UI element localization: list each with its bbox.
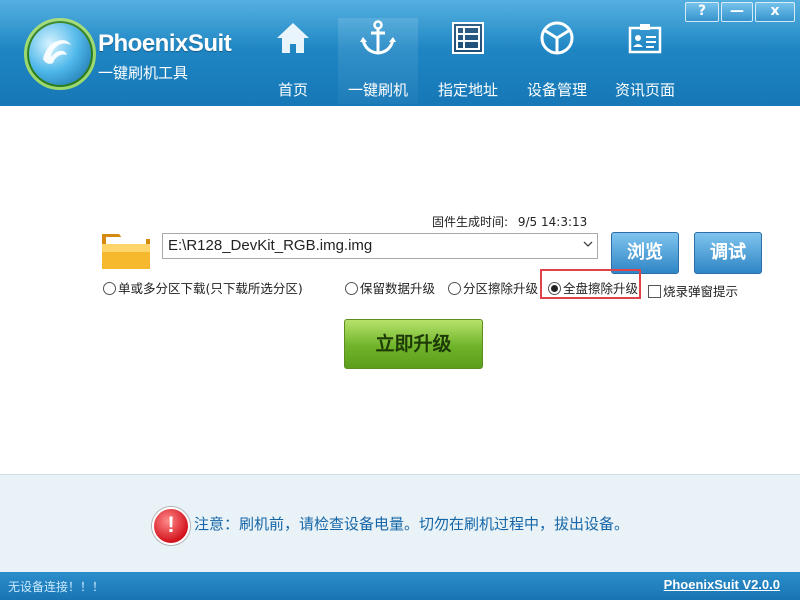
upgrade-now-button[interactable]: 立即升级 — [344, 319, 483, 369]
nav-flash[interactable]: 一键刷机 — [338, 18, 418, 104]
anchor-icon — [360, 20, 396, 55]
radio-circle[interactable] — [345, 282, 358, 295]
radio-full-erase-label: 全盘擦除升级 — [563, 281, 639, 296]
radio-partition-erase-label: 分区擦除升级 — [463, 281, 539, 296]
radio-keep-data-label: 保留数据升级 — [360, 281, 436, 296]
nav-address-label: 指定地址 — [437, 81, 498, 99]
radio-circle-selected[interactable] — [548, 282, 561, 295]
debug-button[interactable]: 调试 — [694, 232, 762, 274]
radio-single-partition[interactable]: 单或多分区下载(只下载所选分区) — [103, 278, 303, 297]
status-bar: 无设备连接！！！ PhoenixSuit V2.0.0 — [0, 572, 800, 600]
nav-device[interactable]: 设备管理 — [517, 18, 597, 104]
nav-news-label: 资讯页面 — [614, 81, 675, 99]
nav-device-label: 设备管理 — [526, 81, 587, 99]
firmware-time-label: 固件生成时间: — [432, 215, 509, 229]
news-icon — [628, 24, 662, 54]
version-link[interactable]: PhoenixSuit V2.0.0 — [664, 577, 780, 592]
firmware-path-value: E:\R128_DevKit_RGB.img.img — [168, 237, 373, 254]
minimize-button[interactable]: — — [721, 2, 753, 22]
popup-hint-checkbox[interactable]: 烧录弹窗提示 — [648, 281, 738, 300]
radio-partition-erase[interactable]: 分区擦除升级 — [448, 278, 538, 297]
warning-icon: ! — [152, 507, 190, 545]
folder-icon[interactable] — [101, 228, 151, 270]
nav-flash-label: 一键刷机 — [347, 81, 408, 99]
grid-icon — [452, 22, 484, 54]
browse-button[interactable]: 浏览 — [611, 232, 679, 274]
help-button[interactable]: ? — [685, 2, 719, 22]
radio-single-partition-label: 单或多分区下载(只下载所选分区) — [118, 281, 303, 296]
popup-hint-label: 烧录弹窗提示 — [663, 284, 739, 299]
device-icon — [540, 21, 574, 55]
connection-status: 无设备连接！！！ — [8, 580, 105, 594]
app-header: PhoenixSuit 一键刷机工具 首页 一键刷机 指定地址 设备管理 资讯页… — [0, 0, 800, 106]
radio-full-erase[interactable]: 全盘擦除升级 — [548, 278, 638, 297]
nav-home-label: 首页 — [277, 81, 308, 99]
home-icon — [277, 23, 309, 53]
notice-text: 注意：刷机前，请检查设备电量。切勿在刷机过程中，拔出设备。 — [194, 515, 630, 533]
nav-news[interactable]: 资讯页面 — [605, 18, 685, 104]
notice-area: ! 注意：刷机前，请检查设备电量。切勿在刷机过程中，拔出设备。 — [0, 474, 800, 573]
nav-address[interactable]: 指定地址 — [428, 18, 508, 104]
app-subtitle: 一键刷机工具 — [98, 64, 189, 82]
radio-keep-data[interactable]: 保留数据升级 — [345, 278, 435, 297]
firmware-time: 固件生成时间: 9/5 14:3:13 — [432, 213, 587, 230]
nav-home[interactable]: 首页 — [253, 18, 333, 104]
checkbox-box[interactable] — [648, 285, 661, 298]
chevron-down-icon[interactable] — [583, 239, 593, 249]
firmware-path-select[interactable]: E:\R128_DevKit_RGB.img.img — [162, 233, 598, 259]
firmware-time-value: 9/5 14:3:13 — [517, 215, 588, 229]
app-title: PhoenixSuit — [98, 30, 232, 57]
close-button[interactable]: x — [755, 2, 795, 22]
radio-circle[interactable] — [103, 282, 116, 295]
flash-panel: 固件生成时间: 9/5 14:3:13 E:\R128_DevKit_RGB.i… — [0, 106, 800, 474]
phoenix-logo-icon — [24, 18, 96, 90]
radio-circle[interactable] — [448, 282, 461, 295]
